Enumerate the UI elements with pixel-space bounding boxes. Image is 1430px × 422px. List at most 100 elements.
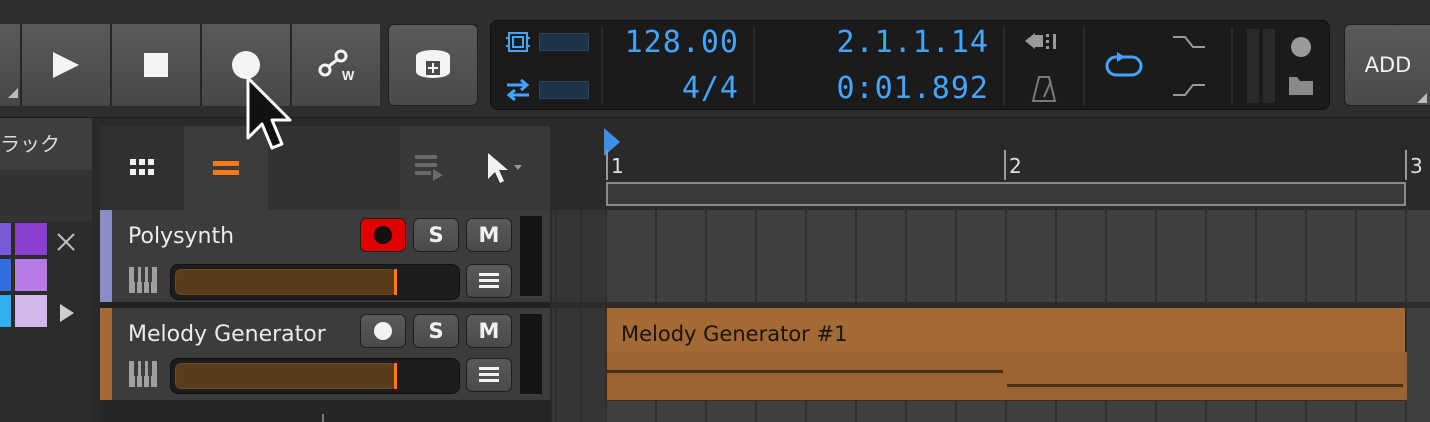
tempo-value[interactable]: 128.00 — [609, 25, 739, 60]
automation-write-button[interactable]: W — [292, 24, 380, 106]
drum-pad[interactable] — [14, 222, 48, 256]
drum-pad[interactable] — [14, 258, 48, 292]
bar-tick — [1004, 150, 1006, 180]
solo-button[interactable]: S — [413, 314, 459, 348]
add-button-label: ADD — [1364, 53, 1412, 77]
track-level-meter — [520, 216, 542, 296]
playhead-marker-icon[interactable] — [602, 126, 622, 156]
timeline-ruler[interactable]: 1 2 3 — [552, 126, 1430, 210]
hamburger-icon — [479, 273, 499, 288]
automation-write-icon: W — [318, 49, 355, 82]
resize-handle[interactable] — [322, 414, 324, 422]
follow-playhead-button[interactable] — [400, 126, 458, 210]
volume-fader-knob[interactable] — [394, 269, 397, 295]
hamburger-icon — [479, 367, 499, 382]
track-menu-button[interactable] — [466, 264, 512, 298]
drum-pad[interactable] — [0, 222, 12, 256]
clip-content — [607, 352, 1407, 400]
instrument-piano-icon — [129, 361, 157, 387]
volume-fader[interactable] — [170, 358, 460, 394]
loop-icon[interactable] — [1103, 51, 1147, 81]
volume-fader-fill — [175, 269, 396, 295]
pointer-tool-button[interactable] — [458, 126, 550, 210]
punch-out-icon[interactable] — [1171, 79, 1207, 99]
cpu-meter — [539, 33, 589, 51]
record-arm-button[interactable] — [360, 314, 406, 348]
clip-launcher-overdub-icon — [416, 50, 450, 78]
folder-icon[interactable] — [1287, 73, 1315, 97]
bar-number: 2 — [1009, 154, 1022, 178]
rack-panel-title: ラック — [0, 118, 92, 170]
sync-arrows-icon — [506, 78, 530, 102]
display-divider — [1231, 27, 1233, 105]
drum-pad[interactable] — [0, 294, 12, 328]
play-icon[interactable] — [58, 302, 76, 324]
track-color-strip — [100, 210, 112, 302]
master-meter-left — [1247, 29, 1259, 103]
solo-button[interactable]: S — [413, 218, 459, 252]
volume-fader[interactable] — [170, 264, 460, 300]
follow-list-icon — [415, 155, 443, 181]
transport-controls: Y W — [0, 24, 380, 106]
track-name[interactable]: Polysynth — [128, 224, 234, 249]
track-melody-generator[interactable]: Melody Generator S M — [100, 308, 550, 400]
sync-meter — [539, 81, 589, 99]
track-polysynth[interactable]: Polysynth S M — [100, 210, 550, 302]
clip-launcher-view-button[interactable] — [100, 126, 184, 210]
position-beats[interactable]: 2.1.1.14 — [761, 25, 989, 60]
rack-panel: ラック — [0, 118, 92, 422]
transport-display: 128.00 4/4 2.1.1.14 0:01.892 — [490, 20, 1330, 110]
punch-in-icon[interactable] — [1171, 33, 1207, 53]
track-color-strip — [100, 308, 112, 400]
track-toolbar — [100, 126, 550, 210]
pre-roll-icon[interactable] — [1023, 29, 1063, 59]
track-name[interactable]: Melody Generator — [128, 322, 326, 347]
stop-icon — [144, 53, 168, 77]
arranger-timeline[interactable]: 1 2 3 Melody Generator #1 — [552, 126, 1430, 422]
play-button[interactable] — [22, 24, 112, 106]
loop-range[interactable] — [606, 182, 1406, 206]
menu-corner-icon — [1417, 93, 1427, 103]
pointer-icon — [488, 153, 522, 183]
master-meter-right — [1263, 29, 1275, 103]
overdub-button[interactable] — [388, 24, 478, 106]
track-header-area: Polysynth S M Melody Generator S M — [100, 126, 550, 422]
display-divider — [601, 27, 603, 105]
clip-title: Melody Generator #1 — [621, 322, 848, 346]
bar-number: 1 — [611, 154, 624, 178]
position-time[interactable]: 0:01.892 — [761, 71, 989, 106]
volume-fader-knob[interactable] — [394, 363, 397, 389]
drum-pad[interactable] — [14, 294, 48, 328]
add-button[interactable]: ADD — [1344, 24, 1430, 106]
track-level-meter — [520, 314, 542, 394]
display-divider — [1083, 27, 1085, 105]
arranger-lanes-icon — [213, 161, 239, 175]
menu-corner-icon — [8, 88, 18, 98]
play-mode-button[interactable]: Y — [0, 24, 22, 106]
stop-button[interactable] — [112, 24, 202, 106]
svg-text:W: W — [342, 68, 355, 82]
note-line — [1007, 384, 1403, 387]
transport-bar: Y W — [0, 0, 1430, 118]
mute-button[interactable]: M — [466, 314, 512, 348]
drum-pad-grid — [0, 222, 92, 422]
metronome-icon[interactable] — [1031, 75, 1057, 103]
track-menu-button[interactable] — [466, 358, 512, 392]
grid-icon — [130, 159, 154, 175]
record-arm-icon[interactable] — [1289, 35, 1313, 59]
drum-pad[interactable] — [0, 258, 12, 292]
time-signature-value[interactable]: 4/4 — [609, 71, 739, 106]
bar-tick — [1405, 150, 1407, 180]
volume-fader-fill — [175, 363, 396, 389]
record-arm-icon — [374, 226, 392, 244]
close-icon[interactable] — [56, 232, 76, 252]
record-arm-icon — [374, 322, 392, 340]
mouse-cursor-icon — [246, 76, 292, 150]
cpu-icon — [506, 32, 530, 52]
note-line — [607, 370, 1003, 373]
record-arm-button[interactable] — [360, 218, 406, 252]
bar-number: 3 — [1410, 154, 1423, 178]
display-divider — [753, 27, 755, 105]
mute-button[interactable]: M — [466, 218, 512, 252]
clip-melody-generator-1[interactable]: Melody Generator #1 — [606, 307, 1407, 401]
